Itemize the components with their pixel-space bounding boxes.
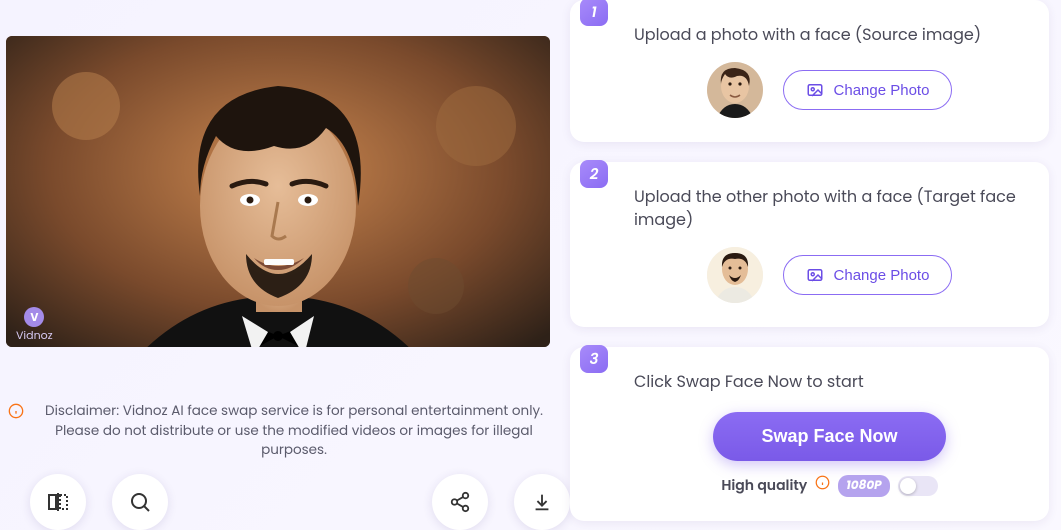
change-photo-label: Change Photo xyxy=(834,267,930,284)
change-photo-button-2[interactable]: Change Photo xyxy=(783,255,953,295)
step-badge-2: 2 xyxy=(580,160,608,188)
high-quality-label: High quality xyxy=(721,475,807,496)
share-button[interactable] xyxy=(432,474,488,530)
swap-face-button[interactable]: Swap Face Now xyxy=(713,412,945,461)
source-thumb xyxy=(707,62,763,118)
compare-button[interactable] xyxy=(30,474,86,530)
info-icon xyxy=(815,475,830,496)
step-card-3: 3 Click Swap Face Now to start Swap Face… xyxy=(570,347,1049,520)
target-thumb xyxy=(707,247,763,303)
high-quality-toggle[interactable] xyxy=(898,476,938,496)
search-icon xyxy=(128,490,152,514)
step-card-1: 1 Upload a photo with a face (Source ima… xyxy=(570,0,1049,142)
disclaimer: Disclaimer: Vidnoz AI face swap service … xyxy=(8,401,558,460)
watermark: V Vidnoz xyxy=(16,307,53,341)
download-icon xyxy=(531,491,553,513)
image-icon xyxy=(806,266,824,284)
change-photo-label: Change Photo xyxy=(834,82,930,99)
result-preview: V Vidnoz xyxy=(6,36,550,347)
resolution-badge: 1080P xyxy=(838,475,889,497)
download-button[interactable] xyxy=(514,474,570,530)
step-title-1: Upload a photo with a face (Source image… xyxy=(634,24,1025,46)
step-title-2: Upload the other photo with a face (Targ… xyxy=(634,186,1025,231)
image-icon xyxy=(806,81,824,99)
compare-icon xyxy=(46,490,70,514)
step-badge-3: 3 xyxy=(580,345,608,373)
step-title-3: Click Swap Face Now to start xyxy=(634,371,1025,393)
share-icon xyxy=(449,491,471,513)
disclaimer-text: Disclaimer: Vidnoz AI face swap service … xyxy=(30,401,558,460)
step-badge-1: 1 xyxy=(580,0,608,26)
watermark-text: Vidnoz xyxy=(16,327,53,343)
change-photo-button-1[interactable]: Change Photo xyxy=(783,70,953,110)
step-card-2: 2 Upload the other photo with a face (Ta… xyxy=(570,162,1049,327)
zoom-button[interactable] xyxy=(112,474,168,530)
vidnoz-logo-icon: V xyxy=(24,307,44,327)
high-quality-row: High quality 1080P xyxy=(634,475,1025,497)
info-icon xyxy=(8,403,24,425)
